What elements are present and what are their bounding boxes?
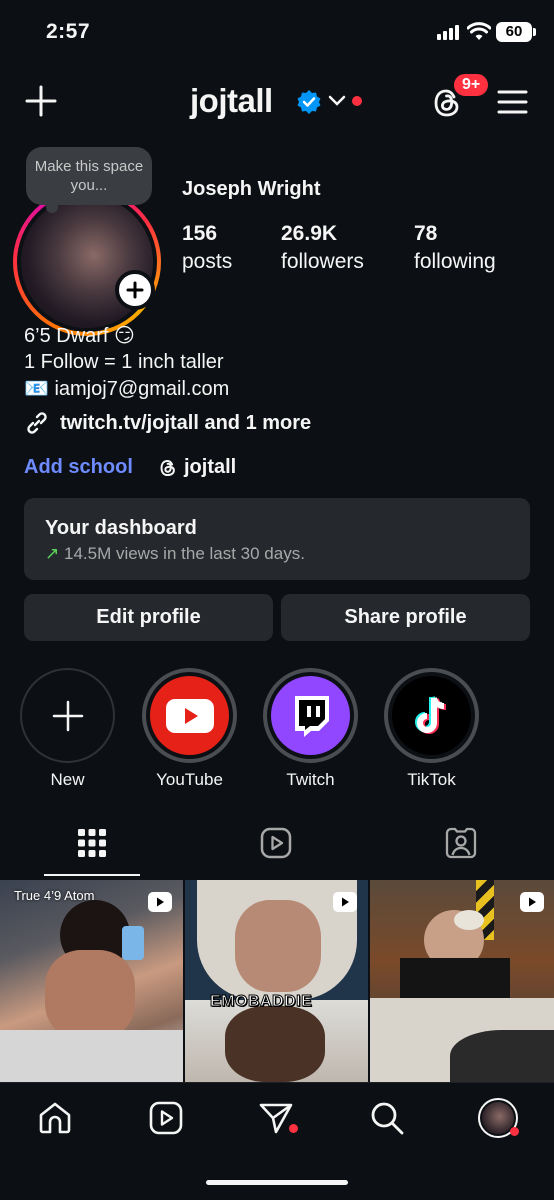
grid-tab-icon[interactable]	[75, 826, 109, 860]
highlight-youtube[interactable]: YouTube	[142, 668, 237, 790]
profile-link-text: twitch.tv/jojtall and 1 more	[60, 411, 312, 434]
note-bubble[interactable]: Make this space you...	[26, 147, 152, 213]
wifi-icon	[467, 22, 491, 40]
highlight-circle	[142, 668, 237, 763]
tagged-tab-icon[interactable]	[444, 826, 478, 860]
post-tile[interactable]: EMOBADDIE	[185, 880, 368, 1082]
stat-value: 78	[414, 222, 438, 245]
avatar-photo	[482, 1102, 514, 1134]
phone-in-photo	[122, 926, 144, 960]
account-notification-dot	[352, 96, 362, 106]
new-highlight-circle	[20, 668, 115, 763]
edit-profile-button[interactable]: Edit profile	[24, 594, 273, 641]
plus-icon	[52, 700, 83, 731]
home-icon[interactable]	[37, 1100, 73, 1136]
following-count[interactable]: 78 following	[414, 220, 496, 276]
link-icon	[27, 412, 47, 434]
home-indicator	[206, 1180, 348, 1185]
notification-badge: 9+	[452, 72, 491, 98]
bio-line: 1 Follow = 1 inch taller	[24, 351, 224, 373]
profile-username[interactable]: jojtall	[190, 82, 273, 120]
reels-icon[interactable]	[148, 1100, 184, 1136]
highlight-new[interactable]: New	[20, 668, 115, 790]
messages-notification-dot	[289, 1124, 298, 1133]
twitch-logo-icon	[294, 695, 329, 737]
youtube-logo-icon	[165, 698, 214, 733]
reel-indicator-icon	[520, 892, 544, 912]
highlight-circle	[384, 668, 479, 763]
reel-indicator-icon	[148, 892, 172, 912]
threads-icon	[160, 459, 175, 476]
tiktok-logo-icon	[414, 695, 446, 734]
stat-value: 26.9K	[281, 222, 338, 245]
trend-up-icon: ↗	[45, 544, 60, 563]
status-time: 2:57	[46, 20, 91, 43]
bio-email[interactable]: 📧 iamjoj7@gmail.com	[24, 376, 229, 402]
create-plus-icon[interactable]	[24, 84, 58, 118]
post-caption-overlay: True 4’9 Atom	[14, 888, 95, 903]
dashboard-title: Your dashboard	[45, 517, 197, 539]
search-icon[interactable]	[369, 1100, 405, 1136]
highlight-twitch[interactable]: Twitch	[263, 668, 358, 790]
stat-label: posts	[182, 250, 233, 273]
profile-notification-dot	[510, 1127, 519, 1136]
professional-dashboard-card[interactable]: Your dashboard ↗ 14.5M views in the last…	[24, 498, 530, 580]
reels-tab-icon[interactable]	[259, 826, 293, 860]
account-switch-chevron-icon[interactable]	[328, 95, 346, 107]
stat-value: 156	[182, 222, 218, 245]
stat-label: following	[414, 250, 496, 273]
threads-handle-text: jojtall	[184, 456, 237, 478]
highlight-label: Twitch	[286, 770, 335, 789]
post-caption-overlay: EMOBADDIE	[209, 993, 313, 1011]
bio-line: 6’5 Dwarf 😏	[24, 325, 135, 347]
threads-profile-link[interactable]: jojtall	[158, 456, 236, 479]
add-story-button[interactable]	[115, 270, 155, 310]
cellular-signal-icon	[437, 24, 459, 40]
post-tile[interactable]	[370, 880, 554, 1082]
followers-count[interactable]: 26.9K followers	[281, 220, 364, 276]
profile-full-name: Joseph Wright	[182, 178, 321, 200]
verified-badge-icon	[297, 90, 321, 114]
stat-label: followers	[281, 250, 364, 273]
plus-icon	[126, 281, 144, 299]
avatar[interactable]	[13, 188, 161, 336]
profile-links[interactable]: twitch.tv/jojtall and 1 more	[24, 410, 311, 436]
dashboard-views-text: 14.5M views in the last 30 days.	[63, 544, 305, 563]
reel-indicator-icon	[333, 892, 357, 912]
highlight-label: TikTok	[407, 770, 456, 789]
post-tile[interactable]: True 4’9 Atom	[0, 880, 183, 1082]
highlight-tiktok[interactable]: TikTok	[384, 668, 479, 790]
battery-icon: 60	[496, 22, 536, 42]
posts-count[interactable]: 156 posts	[182, 220, 232, 276]
active-tab-indicator	[44, 874, 140, 876]
dashboard-subtitle: ↗ 14.5M views in the last 30 days.	[45, 544, 509, 564]
share-profile-button[interactable]: Share profile	[281, 594, 530, 641]
highlight-label: YouTube	[156, 770, 223, 789]
add-school-link[interactable]: Add school	[24, 456, 133, 479]
menu-icon[interactable]	[497, 89, 528, 115]
highlight-circle	[263, 668, 358, 763]
highlight-label: New	[50, 770, 85, 789]
